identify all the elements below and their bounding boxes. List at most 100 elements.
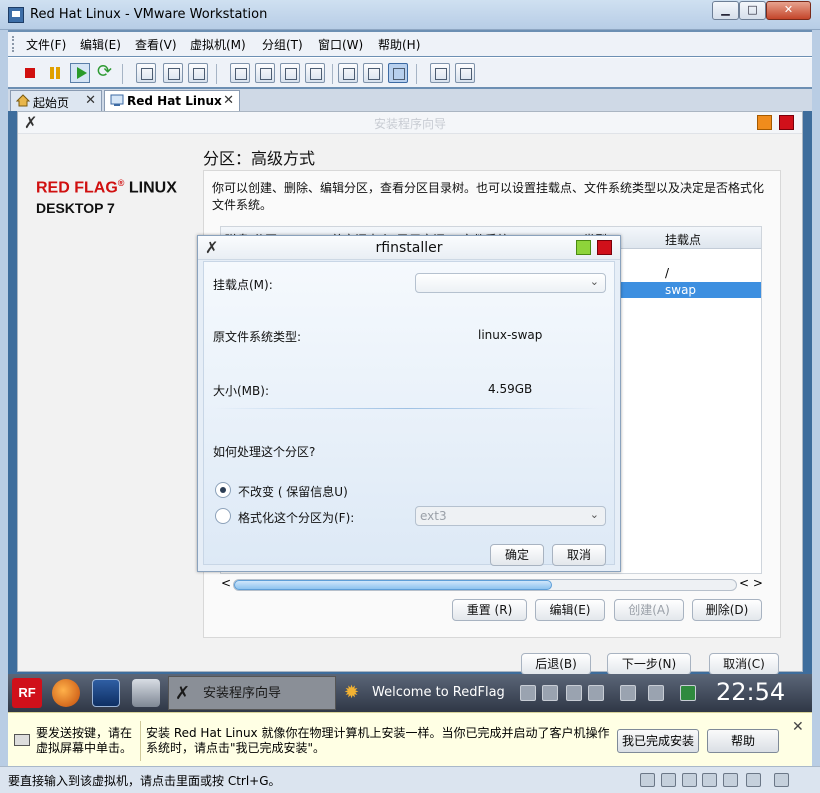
hint-close-icon[interactable]: ✕	[792, 719, 804, 735]
scroll-arrows-icon[interactable]: < >	[739, 576, 763, 590]
format-option-label[interactable]: 格式化这个分区为(F):	[238, 509, 354, 526]
cancel-button[interactable]: 取消(C)	[709, 653, 779, 675]
window-titlebar: Red Hat Linux - VMware Workstation ▁ □ ✕	[0, 0, 820, 30]
vmware-app-icon	[8, 7, 24, 23]
menu-help[interactable]: 帮助(H)	[378, 36, 420, 53]
task-installer[interactable]: ✗ 安装程序向导	[168, 676, 336, 710]
tab-home[interactable]: 起始页 ✕	[10, 90, 102, 111]
snapshot-manager-icon[interactable]	[188, 63, 208, 83]
system-tools-icon[interactable]	[132, 679, 160, 707]
menu-vm[interactable]: 虚拟机(M)	[190, 36, 246, 53]
window-frame-right	[812, 30, 820, 766]
size-label: 大小(MB):	[213, 384, 269, 398]
thumbnail-view-icon[interactable]	[363, 63, 383, 83]
format-type-combo[interactable]: ext3 ⌄	[415, 506, 606, 526]
keyboard2-tray-icon[interactable]	[648, 685, 664, 701]
close-button[interactable]: ✕	[766, 1, 811, 20]
window-title: Red Hat Linux - VMware Workstation	[30, 7, 268, 22]
tabs-view-icon[interactable]	[388, 63, 408, 83]
format-type-value: ext3	[420, 509, 447, 523]
minimize-button[interactable]: ▁	[712, 1, 739, 20]
desktop-icon[interactable]	[92, 679, 120, 707]
keyboard-icon	[14, 734, 30, 746]
full-screen-icon[interactable]	[280, 63, 300, 83]
toolbar-separator	[216, 64, 217, 84]
sound-status-icon[interactable]	[746, 773, 761, 787]
menu-bar: 文件(F) 编辑(E) 查看(V) 虚拟机(M) 分组(T) 窗口(W) 帮助(…	[8, 32, 812, 56]
task-installer-label: 安装程序向导	[203, 686, 282, 701]
volume-tray-icon[interactable]	[588, 685, 604, 701]
row-mount-point: swap	[665, 283, 697, 297]
menu-view[interactable]: 查看(V)	[135, 36, 177, 53]
reset-icon[interactable]	[95, 61, 115, 83]
toolbar-separator	[416, 64, 417, 84]
format-radio[interactable]	[215, 508, 231, 524]
size-value: 4.59GB	[488, 382, 533, 396]
usb-status-icon[interactable]	[723, 773, 738, 787]
status-bar: 要直接输入到该虚拟机，请点击里面或按 Ctrl+G。	[0, 766, 820, 793]
suspend-icon[interactable]	[45, 63, 65, 83]
help-icon[interactable]	[455, 63, 475, 83]
toolbar-separator	[122, 64, 123, 84]
dialog-cancel-button[interactable]: 取消	[552, 544, 606, 566]
clipboard-tray-icon[interactable]	[566, 685, 582, 701]
column-mount-point[interactable]: 挂载点	[665, 231, 701, 248]
show-sidebar-icon[interactable]	[230, 63, 250, 83]
network-status-icon[interactable]	[640, 773, 655, 787]
console-view-icon[interactable]	[338, 63, 358, 83]
home-icon	[15, 94, 31, 107]
menu-window[interactable]: 窗口(W)	[318, 36, 363, 53]
help-button[interactable]: 帮助	[707, 729, 779, 753]
unity-icon[interactable]	[305, 63, 325, 83]
scroll-left-icon[interactable]: <	[221, 576, 231, 590]
settings-icon[interactable]	[430, 63, 450, 83]
update-tray-icon[interactable]	[680, 685, 696, 701]
fit-guest-icon[interactable]	[255, 63, 275, 83]
installer-icon: ✗	[175, 683, 191, 704]
next-button[interactable]: 下一步(N)	[607, 653, 691, 675]
snapshot-icon[interactable]	[136, 63, 156, 83]
tab-red-hat-linux-close-icon[interactable]: ✕	[223, 93, 234, 108]
page-title: 分区：高级方式	[203, 149, 316, 168]
reset-button[interactable]: 重置 (R)	[452, 599, 527, 621]
back-button[interactable]: 后退(B)	[521, 653, 591, 675]
menu-group[interactable]: 分组(T)	[262, 36, 303, 53]
power-off-icon[interactable]	[20, 63, 40, 83]
horizontal-scrollbar[interactable]: < < >	[221, 576, 767, 591]
menu-file[interactable]: 文件(F)	[26, 36, 66, 53]
scroll-thumb[interactable]	[234, 580, 552, 590]
delete-button[interactable]: 删除(D)	[692, 599, 762, 621]
tab-bar: 起始页 ✕ Red Hat Linux ✕	[8, 89, 812, 111]
tab-home-close-icon[interactable]: ✕	[85, 93, 96, 108]
menu-edit[interactable]: 编辑(E)	[80, 36, 121, 53]
brand-line2: DESKTOP 7	[36, 200, 115, 217]
maximize-button[interactable]: □	[739, 1, 766, 20]
keep-option-label[interactable]: 不改变 ( 保留信息U)	[238, 483, 348, 500]
firefox-icon[interactable]	[52, 679, 80, 707]
network-tray-icon[interactable]	[542, 685, 558, 701]
wizard-close-button[interactable]	[779, 115, 794, 130]
tab-red-hat-linux[interactable]: Red Hat Linux ✕	[104, 90, 240, 111]
dialog-minimize-button[interactable]	[576, 240, 591, 255]
install-hint-bar: 要发送按键，请在虚拟屏幕中单击。 安装 Red Hat Linux 就像你在物理…	[8, 712, 812, 766]
power-on-icon[interactable]	[70, 63, 90, 83]
create-button[interactable]: 创建(A)	[614, 599, 684, 621]
start-menu-button[interactable]: RF	[12, 678, 42, 708]
dialog-titlebar: ✗ rfinstaller	[198, 236, 620, 260]
keep-radio[interactable]	[215, 482, 231, 498]
floppy-status-icon[interactable]	[682, 773, 697, 787]
orig-fs-label: 原文件系统类型:	[213, 330, 302, 344]
dialog-close-button[interactable]	[597, 240, 612, 255]
message-status-icon[interactable]	[774, 773, 789, 787]
mount-point-combo[interactable]: ⌄	[415, 273, 606, 293]
keyboard-tray-icon[interactable]	[520, 685, 536, 701]
ok-button[interactable]: 确定	[490, 544, 544, 566]
revert-snapshot-icon[interactable]	[163, 63, 183, 83]
hard-disk-status-icon[interactable]	[661, 773, 676, 787]
input-method-tray-icon[interactable]	[620, 685, 636, 701]
install-done-button[interactable]: 我已完成安装	[617, 729, 699, 753]
task-welcome[interactable]: ✹ Welcome to RedFlag	[338, 676, 508, 710]
wizard-minimize-button[interactable]	[757, 115, 772, 130]
cdrom-status-icon[interactable]	[702, 773, 717, 787]
edit-button[interactable]: 编辑(E)	[535, 599, 605, 621]
